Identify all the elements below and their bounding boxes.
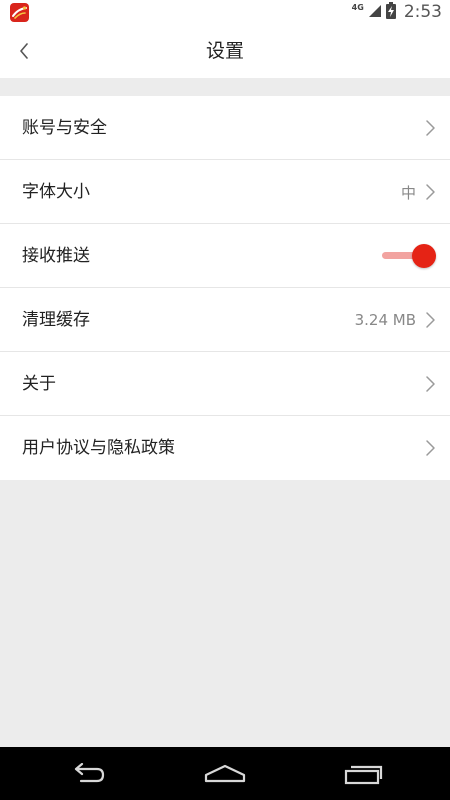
status-time: 2:53 [403,2,442,22]
chevron-right-icon [426,440,435,456]
nav-recents-button[interactable] [323,747,403,800]
settings-item-account-security[interactable]: 账号与安全 [0,96,450,160]
settings-item-label: 字体大小 [22,182,90,202]
nav-back-button[interactable] [47,747,127,800]
settings-item-label: 用户协议与隐私政策 [22,438,175,458]
settings-screen: 4G 2:53 设置 账号与安全 字体大小 中 接收推送 清理缓存 3.24 M… [0,0,450,800]
settings-item-about[interactable]: 关于 [0,352,450,416]
settings-item-user-agreement-privacy[interactable]: 用户协议与隐私政策 [0,416,450,480]
cache-size-value: 3.24 MB [354,311,416,329]
page-title: 设置 [205,40,244,62]
settings-item-trailing [380,224,436,288]
recents-icon [344,765,383,784]
settings-item-trailing [424,416,436,480]
nav-home-button[interactable] [185,747,265,800]
status-bar: 4G 2:53 [0,0,450,24]
font-size-value: 中 [400,183,416,202]
push-notifications-toggle[interactable] [380,243,436,269]
home-icon [204,764,246,782]
settings-item-label: 接收推送 [22,246,90,266]
back-button[interactable] [6,32,42,70]
settings-item-push-notifications: 接收推送 [0,224,450,288]
settings-item-label: 清理缓存 [22,310,90,330]
system-nav-bar [0,747,450,800]
chevron-right-icon [426,312,435,328]
chevron-left-icon [20,43,28,59]
settings-item-label: 关于 [22,374,56,394]
chevron-right-icon [426,184,435,200]
chevron-right-icon [426,376,435,392]
network-type-label: 4G [351,2,364,12]
settings-item-trailing: 3.24 MB [355,288,436,352]
back-arrow-icon [74,762,105,782]
settings-item-label: 账号与安全 [22,118,107,138]
settings-item-trailing [424,352,436,416]
app-logo-icon [10,3,29,22]
status-indicators: 4G 2:53 [352,0,442,24]
section-gap [0,78,450,96]
battery-charging-icon [385,1,396,23]
toggle-thumb [412,244,436,268]
settings-item-trailing: 中 [401,160,436,224]
signal-icon [368,3,382,22]
settings-item-trailing [424,96,436,160]
settings-item-clear-cache[interactable]: 清理缓存 3.24 MB [0,288,450,352]
settings-item-font-size[interactable]: 字体大小 中 [0,160,450,224]
chevron-right-icon [426,120,435,136]
app-header: 设置 [0,24,450,78]
settings-list: 账号与安全 字体大小 中 接收推送 清理缓存 3.24 MB 关于 用户协议与隐… [0,96,450,480]
